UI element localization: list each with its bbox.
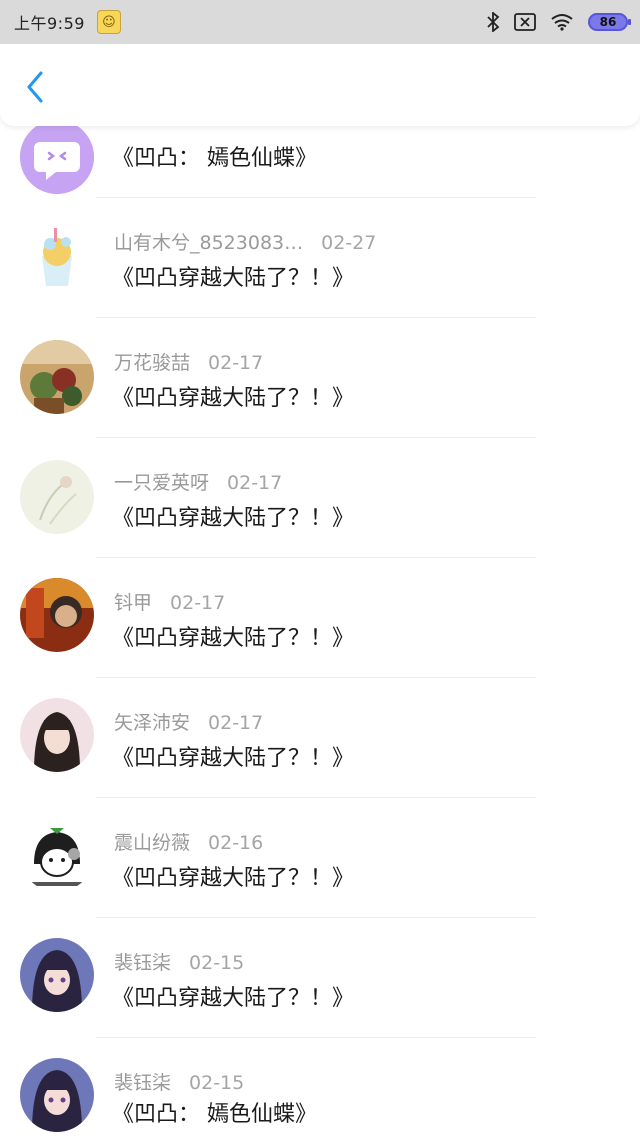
item-meta: 矢泽沛安 02-17 xyxy=(114,708,263,735)
user-name[interactable]: 裴钰柒 xyxy=(114,952,171,974)
item-meta: 山有木兮_8523083… 02-27 xyxy=(114,228,376,255)
item-meta: 裴钰柒 02-15 xyxy=(114,1068,244,1095)
user-name[interactable]: 矢泽沛安 xyxy=(114,712,190,734)
item-title: 《凹凸穿越大陆了？！》 xyxy=(112,266,355,291)
battery-icon: 86 xyxy=(588,13,631,31)
list-item[interactable]: 山有木兮_8523083… 02-27 《凹凸穿越大陆了？！》 xyxy=(0,218,640,338)
item-date: 02-17 xyxy=(208,712,264,734)
user-name[interactable]: 山有木兮_8523083… xyxy=(114,232,303,254)
list-item[interactable]: 裴钰柒 02-15 《凹凸： 嫣色仙蝶》 xyxy=(0,1058,640,1138)
avatar[interactable] xyxy=(20,340,94,414)
avatar[interactable] xyxy=(20,938,94,1012)
battery-level: 86 xyxy=(599,15,617,29)
comment-list-screen: 《凹凸： 嫣色仙蝶》 山有木兮_8523083… 02-27 《凹凸穿越大陆了？！… xyxy=(0,0,640,1138)
list-item[interactable]: 震山纷薇 02-16 《凹凸穿越大陆了？！》 xyxy=(0,818,640,938)
avatar[interactable] xyxy=(20,818,94,892)
avatar[interactable] xyxy=(20,698,94,772)
chat-bubble-icon xyxy=(20,120,94,194)
list-item[interactable]: 矢泽沛安 02-17 《凹凸穿越大陆了？！》 xyxy=(0,698,640,818)
divider xyxy=(96,677,536,678)
avatar[interactable] xyxy=(20,220,94,294)
user-name[interactable]: 钭甲 xyxy=(114,592,152,614)
nav-header xyxy=(0,44,640,126)
user-name[interactable]: 震山纷薇 xyxy=(114,832,190,854)
divider xyxy=(96,197,536,198)
item-meta: 裴钰柒 02-15 xyxy=(114,948,244,975)
item-title: 《凹凸穿越大陆了？！》 xyxy=(112,986,355,1011)
user-name[interactable]: 裴钰柒 xyxy=(114,1072,171,1094)
item-title: 《凹凸： 嫣色仙蝶》 xyxy=(112,146,317,171)
divider xyxy=(96,1037,536,1038)
divider xyxy=(96,917,536,918)
item-title: 《凹凸穿越大陆了？！》 xyxy=(112,506,355,531)
item-meta: 震山纷薇 02-16 xyxy=(114,828,263,855)
bluetooth-icon xyxy=(487,12,500,32)
avatar[interactable] xyxy=(20,1058,94,1132)
list-item[interactable]: 钭甲 02-17 《凹凸穿越大陆了？！》 xyxy=(0,578,640,698)
item-title: 《凹凸穿越大陆了？！》 xyxy=(112,746,355,771)
avatar[interactable] xyxy=(20,460,94,534)
user-name[interactable]: 万花骏喆 xyxy=(114,352,190,374)
item-date: 02-17 xyxy=(227,472,283,494)
item-date: 02-17 xyxy=(170,592,226,614)
item-date: 02-15 xyxy=(189,952,245,974)
item-date: 02-16 xyxy=(208,832,264,854)
item-title: 《凹凸穿越大陆了？！》 xyxy=(112,386,355,411)
sim-x-icon xyxy=(514,13,536,31)
status-time: 上午9:59 xyxy=(14,14,85,33)
user-name[interactable]: 一只爱英呀 xyxy=(114,472,209,494)
chevron-left-icon xyxy=(27,71,43,103)
item-date: 02-17 xyxy=(208,352,264,374)
item-meta: 一只爱英呀 02-17 xyxy=(114,468,282,495)
list-item[interactable]: 一只爱英呀 02-17 《凹凸穿越大陆了？！》 xyxy=(0,458,640,578)
avatar[interactable] xyxy=(20,578,94,652)
avatar[interactable] xyxy=(20,120,94,194)
divider xyxy=(96,797,536,798)
item-date: 02-27 xyxy=(321,232,377,254)
notification-emoji-icon: ☺ xyxy=(96,10,121,34)
item-title: 《凹凸穿越大陆了？！》 xyxy=(112,626,355,651)
item-meta: 万花骏喆 02-17 xyxy=(114,348,263,375)
wifi-icon xyxy=(551,14,573,31)
status-bar: 上午9:59 ☺ 86 xyxy=(0,0,640,44)
item-title: 《凹凸穿越大陆了？！》 xyxy=(112,866,355,891)
list-item[interactable]: 万花骏喆 02-17 《凹凸穿越大陆了？！》 xyxy=(0,338,640,458)
item-date: 02-15 xyxy=(189,1072,245,1094)
divider xyxy=(96,437,536,438)
divider xyxy=(96,557,536,558)
item-title: 《凹凸： 嫣色仙蝶》 xyxy=(112,1102,317,1127)
item-meta: 钭甲 02-17 xyxy=(114,588,225,615)
list-item[interactable]: 裴钰柒 02-15 《凹凸穿越大陆了？！》 xyxy=(0,938,640,1058)
back-button[interactable] xyxy=(20,70,50,104)
divider xyxy=(96,317,536,318)
